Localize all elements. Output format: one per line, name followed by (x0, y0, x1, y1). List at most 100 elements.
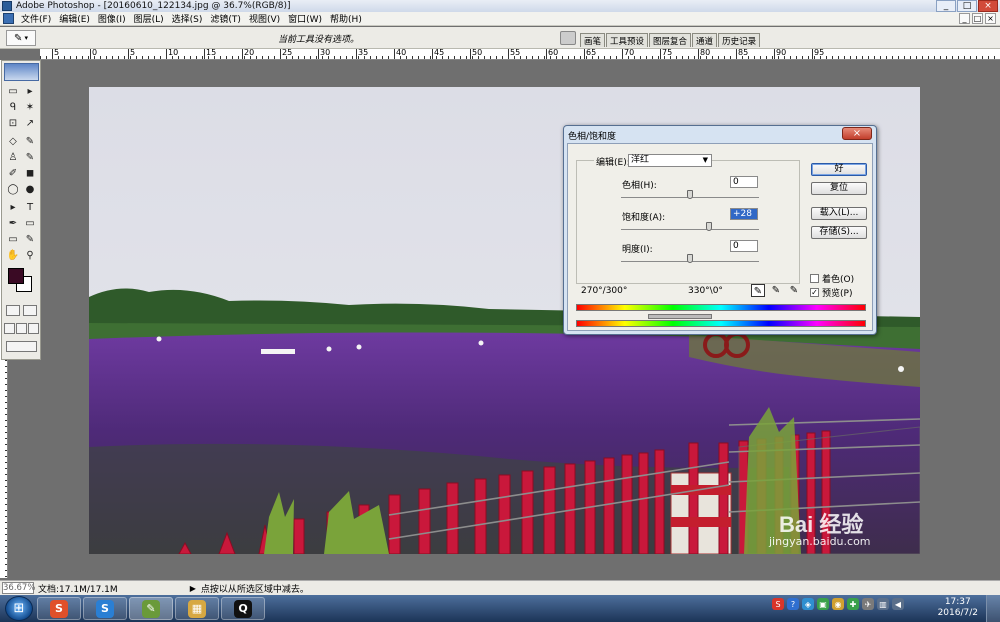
healing-brush-tool-icon[interactable]: ◇ (6, 135, 20, 149)
tray-app-icon[interactable]: ◉ (832, 598, 844, 610)
colorize-checkbox[interactable] (810, 274, 819, 283)
gradient-tool-icon[interactable]: ◼ (23, 167, 37, 181)
taskbar-app-2[interactable]: S (83, 597, 127, 620)
tray-network-icon[interactable]: ▥ (877, 598, 889, 610)
ruler-label: 90 (774, 49, 786, 59)
tab-channels[interactable]: 通道 (692, 33, 718, 47)
type-tool-icon[interactable]: T (23, 201, 37, 215)
menu-window[interactable]: 窗口(W) (284, 12, 326, 25)
feather-logo-icon[interactable] (4, 63, 39, 81)
taskbar-app-photoshop[interactable]: ✎ (129, 597, 173, 620)
eraser-tool-icon[interactable]: ✐ (6, 167, 20, 181)
doc-minimize-button[interactable]: _ (959, 13, 970, 24)
tab-tool-presets[interactable]: 工具预设 (606, 33, 649, 47)
maximize-button[interactable]: □ (957, 0, 977, 12)
palette-well-icon[interactable] (560, 31, 576, 45)
saturation-input[interactable]: +28 (730, 208, 758, 220)
range-left-label: 270°/300° (581, 286, 628, 296)
show-desktop-button[interactable] (986, 595, 1000, 622)
brush-tool-icon[interactable]: ✎ (23, 135, 37, 149)
menu-layer[interactable]: 图层(L) (130, 12, 168, 25)
path-selection-tool-icon[interactable]: ▸ (6, 201, 20, 215)
tray-shield-icon[interactable]: ◈ (802, 598, 814, 610)
tab-brushes[interactable]: 画笔 (580, 33, 606, 47)
tab-layer-comps[interactable]: 图层复合 (649, 33, 692, 47)
foreground-color-swatch[interactable] (8, 268, 24, 284)
pen-tool-icon[interactable]: ✒ (6, 217, 20, 231)
close-button[interactable]: × (978, 0, 998, 12)
document-window-controls: _ □ × (957, 13, 996, 24)
crop-tool-icon[interactable]: ⊡ (6, 117, 20, 131)
move-tool-icon[interactable]: ▸ (23, 85, 37, 99)
hue-range-slider[interactable] (648, 314, 712, 319)
screen-mode-standard-button[interactable] (4, 323, 15, 334)
magic-wand-tool-icon[interactable]: ✶ (23, 101, 37, 115)
taskbar-app-explorer[interactable]: ▦ (175, 597, 219, 620)
eyedropper-icon[interactable]: ✎ (751, 284, 765, 297)
tool-preset-picker[interactable]: ✎ ▾ (6, 30, 36, 46)
tray-help-icon[interactable]: ? (787, 598, 799, 610)
zoom-tool-icon[interactable]: ⚲ (23, 249, 37, 263)
history-brush-tool-icon[interactable]: ✎ (23, 151, 37, 165)
tray-plus-icon[interactable]: ✚ (847, 598, 859, 610)
s-browser-icon: S (96, 599, 114, 618)
edit-channel-select[interactable]: 洋红 ▼ (628, 154, 712, 167)
notes-tool-icon[interactable]: ▭ (6, 233, 20, 247)
tray-wechat-icon[interactable]: ▣ (817, 598, 829, 610)
jump-to-imageready-button[interactable] (6, 341, 37, 352)
tray-volume-icon[interactable]: ◀ (892, 598, 904, 610)
doc-close-button[interactable]: × (985, 13, 996, 24)
lightness-input[interactable]: 0 (730, 240, 758, 252)
screen-mode-full-button[interactable] (28, 323, 39, 334)
ruler-label: 55 (508, 49, 520, 59)
save-button[interactable]: 存储(S)... (811, 226, 867, 239)
menu-view[interactable]: 视图(V) (245, 12, 284, 25)
shape-tool-icon[interactable]: ▭ (23, 217, 37, 231)
slice-tool-icon[interactable]: ↗ (23, 117, 37, 131)
menu-image[interactable]: 图像(I) (94, 12, 130, 25)
ruler-label: 0 (90, 49, 97, 59)
eyedropper-plus-icon[interactable]: ✎ (769, 284, 783, 297)
zoom-field[interactable]: 36.67% (2, 582, 35, 594)
start-button[interactable]: ⊞ (5, 596, 33, 621)
menu-filter[interactable]: 滤镜(T) (206, 12, 245, 25)
document-menu-icon[interactable] (3, 13, 14, 24)
tab-history[interactable]: 历史记录 (718, 33, 761, 47)
menu-select[interactable]: 选择(S) (168, 12, 207, 25)
preview-checkbox[interactable]: ✓ (810, 288, 819, 297)
taskbar-app-qq[interactable]: Q (221, 597, 265, 620)
dialog-close-button[interactable]: × (842, 127, 872, 140)
status-menu-arrow-icon[interactable]: ▶ (190, 584, 196, 593)
horizontal-ruler[interactable]: 5 0 5 10 15 20 25 30 35 40 45 50 55 60 6… (40, 49, 1000, 60)
menu-edit[interactable]: 编辑(E) (55, 12, 94, 25)
saturation-slider-thumb[interactable] (706, 222, 713, 231)
reset-button[interactable]: 复位 (811, 182, 867, 195)
clone-stamp-tool-icon[interactable]: ♙ (6, 151, 20, 165)
saturation-slider-track[interactable] (621, 229, 759, 230)
hand-tool-icon[interactable]: ✋ (6, 249, 20, 263)
marquee-tool-icon[interactable]: ▭ (6, 85, 20, 99)
hue-input[interactable]: 0 (730, 176, 758, 188)
taskbar-app-1[interactable]: S (37, 597, 81, 620)
quick-mask-mode-button[interactable] (23, 305, 37, 316)
clock[interactable]: 17:37 2016/7/2 (938, 597, 978, 619)
tray-sogou-icon[interactable]: S (772, 598, 784, 610)
dodge-tool-icon[interactable]: ● (23, 183, 37, 197)
eyedropper-minus-icon[interactable]: ✎ (787, 284, 801, 297)
blur-tool-icon[interactable]: ◯ (6, 183, 20, 197)
eyedropper-tool-icon[interactable]: ✎ (23, 233, 37, 247)
screen-mode-menus-button[interactable] (16, 323, 27, 334)
lasso-tool-icon[interactable]: ᑫ (6, 101, 20, 115)
hue-slider-thumb[interactable] (687, 190, 693, 199)
doc-restore-button[interactable]: □ (972, 13, 983, 24)
menu-file[interactable]: 文件(F) (17, 12, 55, 25)
ok-button[interactable]: 好 (811, 163, 867, 176)
tray-flight-icon[interactable]: ✈ (862, 598, 874, 610)
load-button[interactable]: 载入(L)... (811, 207, 867, 220)
minimize-button[interactable]: _ (936, 0, 956, 12)
lightness-slider-thumb[interactable] (687, 254, 693, 263)
menu-help[interactable]: 帮助(H) (326, 12, 366, 25)
sogou-icon: S (50, 599, 68, 618)
standard-mode-button[interactable] (6, 305, 20, 316)
lightness-label: 明度(I): (622, 245, 653, 255)
